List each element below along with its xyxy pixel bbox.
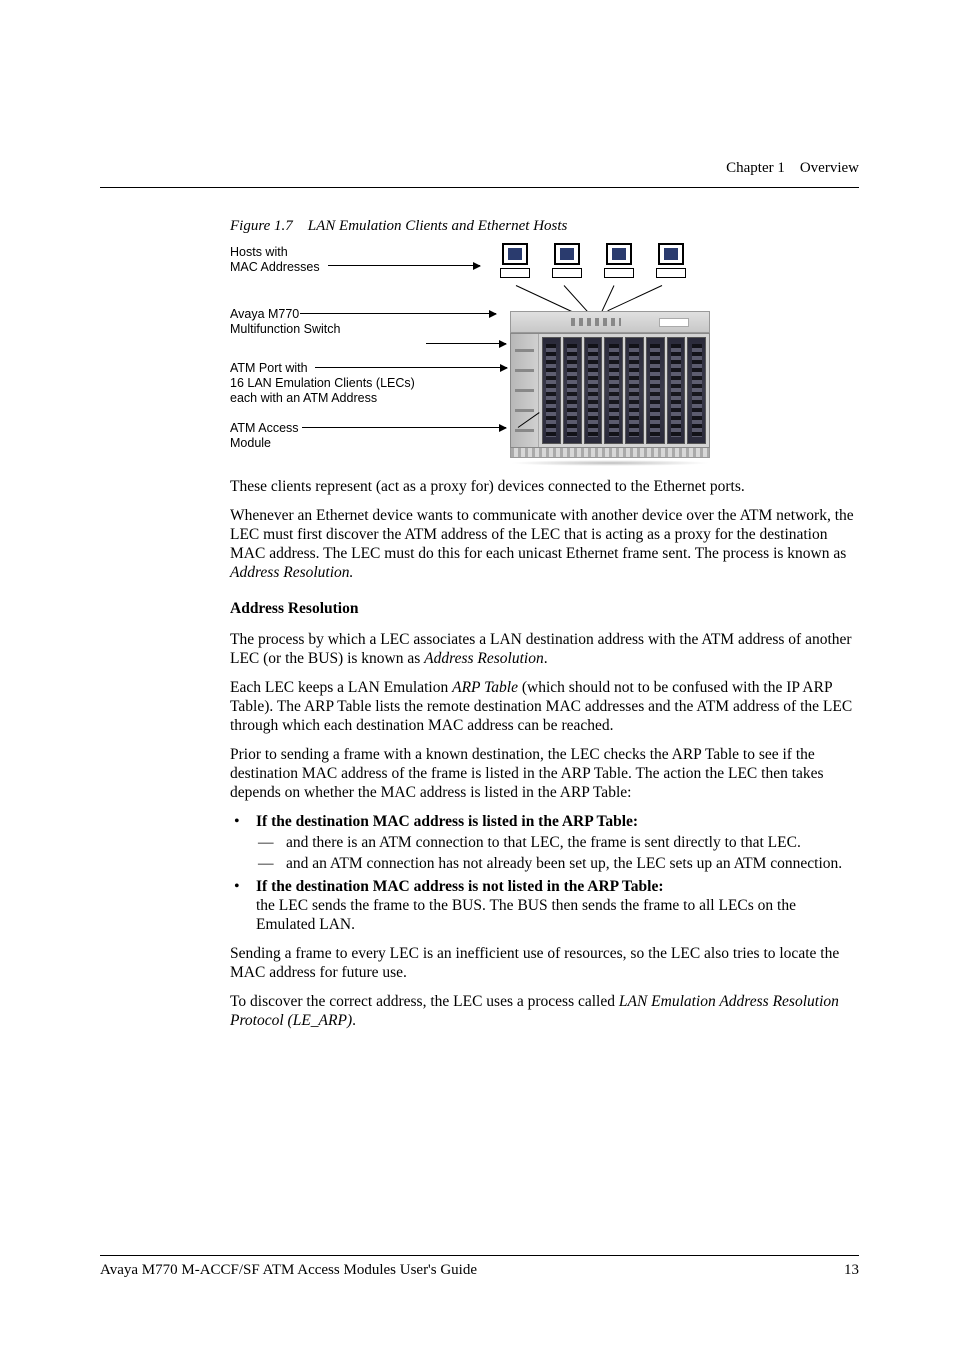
wire bbox=[607, 285, 662, 311]
footer-page-number: 13 bbox=[844, 1262, 859, 1279]
figure-diagram: Hosts with MAC Addresses Avaya M770 Mult… bbox=[230, 243, 740, 463]
label-hosts: Hosts with MAC Addresses bbox=[230, 245, 320, 275]
section-heading: Address Resolution bbox=[230, 600, 859, 618]
arrow-port-upper bbox=[426, 343, 506, 344]
chapter-title: Overview bbox=[800, 160, 859, 176]
list-item: If the destination MAC address is listed… bbox=[230, 812, 859, 873]
footer-rule bbox=[100, 1255, 859, 1256]
header-rule bbox=[100, 187, 859, 188]
sub-list-item: and an ATM connection has not already be… bbox=[256, 854, 859, 873]
paragraph: To discover the correct address, the LEC… bbox=[230, 992, 859, 1030]
paragraph: The process by which a LEC associates a … bbox=[230, 630, 859, 668]
hosts-row bbox=[500, 243, 686, 278]
paragraph: Sending a frame to every LEC is an ineff… bbox=[230, 944, 859, 982]
host-icon bbox=[500, 243, 530, 278]
paragraph: These clients represent (act as a proxy … bbox=[230, 477, 859, 496]
page-header: Chapter 1 Overview bbox=[100, 160, 859, 177]
chapter-label: Chapter 1 bbox=[726, 160, 785, 176]
label-access: ATM Access Module bbox=[230, 421, 299, 451]
paragraph: Prior to sending a frame with a known de… bbox=[230, 745, 859, 802]
paragraph: Whenever an Ethernet device wants to com… bbox=[230, 506, 859, 582]
arrow-switch bbox=[300, 313, 496, 314]
figure-title: LAN Emulation Clients and Ethernet Hosts bbox=[308, 218, 568, 234]
host-icon bbox=[552, 243, 582, 278]
footer-left: Avaya M770 M-ACCF/SF ATM Access Modules … bbox=[100, 1262, 477, 1279]
host-icon bbox=[656, 243, 686, 278]
bullet-list: If the destination MAC address is listed… bbox=[230, 812, 859, 934]
label-switch: Avaya M770 Multifunction Switch bbox=[230, 307, 340, 337]
figure-caption: Figure 1.7 LAN Emulation Clients and Eth… bbox=[230, 218, 859, 235]
arrow-hosts bbox=[328, 265, 480, 266]
switch-chassis bbox=[510, 311, 710, 451]
paragraph: Each LEC keeps a LAN Emulation ARP Table… bbox=[230, 678, 859, 735]
host-icon bbox=[604, 243, 634, 278]
sub-list: and there is an ATM connection to that L… bbox=[256, 833, 859, 873]
list-item: If the destination MAC address is not li… bbox=[230, 877, 859, 934]
page-footer: Avaya M770 M-ACCF/SF ATM Access Modules … bbox=[100, 1255, 859, 1279]
sub-list-item: and there is an ATM connection to that L… bbox=[256, 833, 859, 852]
arrow-access bbox=[302, 427, 506, 428]
arrow-port bbox=[315, 367, 507, 368]
figure-number: Figure 1.7 bbox=[230, 218, 293, 234]
